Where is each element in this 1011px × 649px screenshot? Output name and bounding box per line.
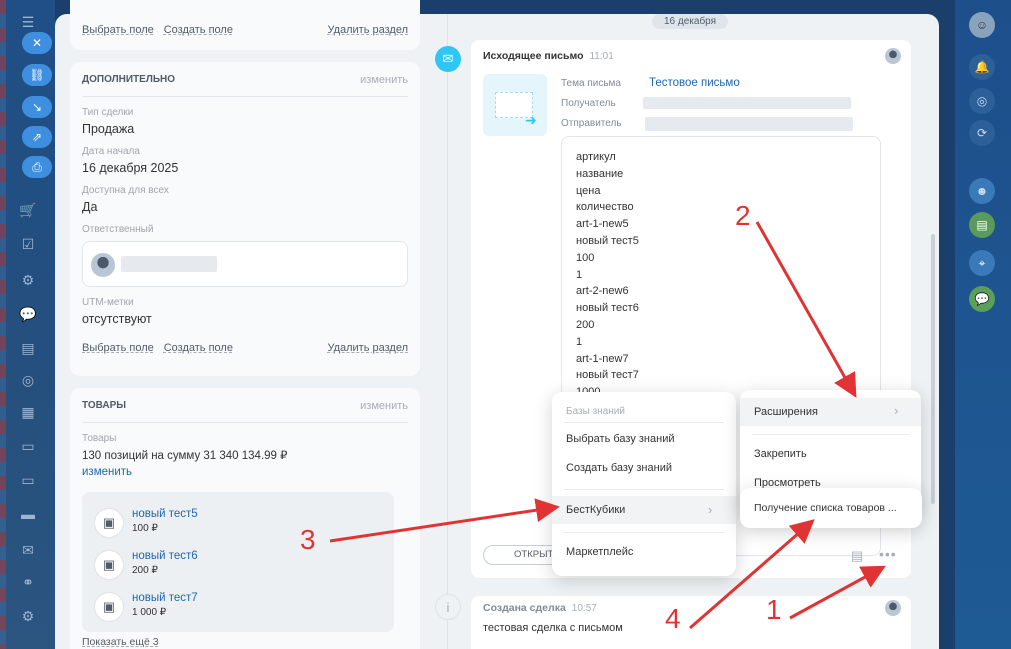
annotation-label-3: 3 (300, 524, 316, 555)
arrow-3 (329, 498, 560, 543)
arrow-2 (755, 221, 857, 398)
arrow-1 (789, 565, 886, 620)
arrow-4 (689, 519, 815, 630)
annotation-label-4: 4 (665, 603, 681, 634)
annotation-label-1: 1 (766, 594, 782, 625)
annotation-arrows (329, 221, 886, 630)
annotation-label-2: 2 (735, 200, 751, 231)
